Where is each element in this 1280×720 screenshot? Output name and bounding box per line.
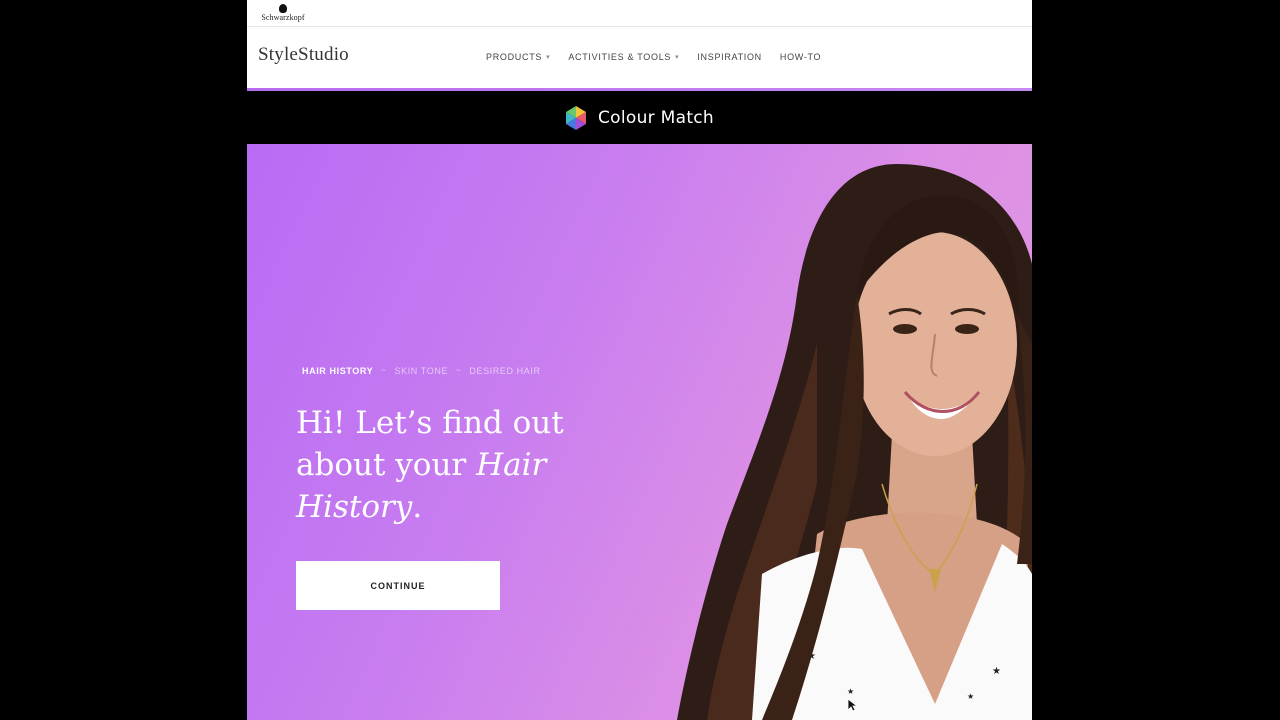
nav-item-label: INSPIRATION [697, 52, 762, 62]
nav-item-how-to[interactable]: HOW-TO [780, 52, 821, 62]
headline-line2: about your [296, 447, 477, 483]
chevron-down-icon: ▾ [675, 54, 680, 61]
step-hair-history: HAIR HISTORY [302, 366, 374, 376]
main-nav: StyleStudio PRODUCTS ▾ ACTIVITIES & TOOL… [247, 27, 1032, 89]
model-portrait-image: ★ ★ ★ ★ [677, 164, 1032, 720]
svg-text:★: ★ [992, 666, 1001, 677]
step-separator: ~ [456, 366, 462, 375]
hexagon-logo-icon [565, 105, 586, 130]
schwarzkopf-silhouette-icon [279, 4, 287, 13]
brand-strip: Schwarzkopf [247, 0, 1032, 27]
nav-item-inspiration[interactable]: INSPIRATION [697, 52, 762, 62]
brand-name: Schwarzkopf [261, 13, 305, 22]
nav-menu: PRODUCTS ▾ ACTIVITIES & TOOLS ▾ INSPIRAT… [486, 52, 821, 62]
mouse-cursor-icon [847, 698, 857, 712]
nav-item-label: HOW-TO [779, 52, 822, 62]
chevron-down-icon: ▾ [546, 54, 551, 61]
hero-headline: Hi! Let’s find out about your Hair Histo… [296, 402, 626, 528]
svg-text:★: ★ [847, 687, 854, 696]
site-title[interactable]: StyleStudio [258, 44, 349, 66]
nav-item-label: PRODUCTS [486, 52, 543, 62]
headline-line1: Hi! Let’s find out [296, 405, 564, 441]
schwarzkopf-logo[interactable]: Schwarzkopf [258, 4, 308, 24]
progress-steps: HAIR HISTORY ~ SKIN TONE ~ DESIRED HAIR [302, 366, 541, 376]
browser-page: Schwarzkopf StyleStudio PRODUCTS ▾ ACTIV… [247, 0, 1032, 720]
nav-item-label: ACTIVITIES & TOOLS [568, 52, 672, 62]
step-desired-hair: DESIRED HAIR [469, 366, 541, 376]
svg-text:★: ★ [967, 692, 974, 701]
colour-match-bar: Colour Match [247, 91, 1032, 144]
step-separator: ~ [381, 366, 387, 375]
headline-end: . [412, 489, 423, 525]
nav-item-products[interactable]: PRODUCTS ▾ [486, 52, 550, 62]
continue-button[interactable]: CONTINUE [296, 561, 500, 610]
step-skin-tone: SKIN TONE [394, 366, 449, 376]
colour-match-title: Colour Match [597, 107, 715, 128]
nav-item-activities-tools[interactable]: ACTIVITIES & TOOLS ▾ [568, 52, 679, 62]
hero-section: HAIR HISTORY ~ SKIN TONE ~ DESIRED HAIR … [247, 144, 1032, 720]
